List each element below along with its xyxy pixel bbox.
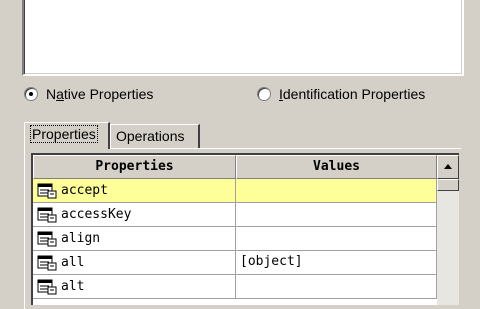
property-name-cell[interactable]: alt xyxy=(33,275,236,299)
property-value-cell[interactable]: [object] xyxy=(236,251,437,275)
property-name: accessKey xyxy=(61,206,132,222)
property-value-cell[interactable] xyxy=(236,179,437,203)
table-row[interactable]: accept xyxy=(33,179,437,203)
grid-header: Properties Values xyxy=(33,155,459,179)
property-value-cell[interactable] xyxy=(236,275,437,299)
tab-operations-label: Operations xyxy=(116,128,185,144)
properties-grid[interactable]: Properties Values accept accessKey align al… xyxy=(31,153,459,305)
table-row[interactable]: all [object] xyxy=(33,251,437,275)
property-name: alt xyxy=(61,278,85,294)
native-properties-radio[interactable] xyxy=(24,87,38,101)
identification-properties-option[interactable]: Identification Properties xyxy=(257,86,425,102)
scroll-up-arrow-icon[interactable] xyxy=(437,155,459,179)
property-list-icon xyxy=(37,279,57,295)
identification-properties-label: Identification Properties xyxy=(279,86,426,102)
property-list-icon xyxy=(37,207,57,223)
property-name-cell[interactable]: accept xyxy=(33,179,236,203)
property-name: accept xyxy=(61,182,108,198)
native-properties-label: Native Properties xyxy=(46,86,154,102)
property-name-cell[interactable]: all xyxy=(33,251,236,275)
table-row[interactable]: accessKey xyxy=(33,203,437,227)
table-row[interactable]: align xyxy=(33,227,437,251)
table-row[interactable]: alt xyxy=(33,275,437,299)
property-name: all xyxy=(61,254,85,270)
top-text-panel xyxy=(22,0,464,76)
property-list-icon xyxy=(37,183,57,199)
property-list-icon xyxy=(37,231,57,247)
properties-column-header[interactable]: Properties xyxy=(33,155,236,179)
property-name: align xyxy=(61,230,101,246)
property-value-cell[interactable] xyxy=(236,227,437,251)
vertical-scrollbar[interactable] xyxy=(437,155,459,305)
property-name-cell[interactable]: align xyxy=(33,227,236,251)
native-properties-option[interactable]: Native Properties xyxy=(24,86,153,102)
property-name-cell[interactable]: accessKey xyxy=(33,203,236,227)
identification-properties-radio[interactable] xyxy=(257,87,271,101)
tab-properties[interactable]: Properties xyxy=(24,122,110,149)
values-column-header[interactable]: Values xyxy=(236,155,437,179)
scroll-thumb[interactable] xyxy=(437,179,459,191)
grid-rows: accept accessKey align all [object] alt xyxy=(33,179,459,299)
tab-properties-label: Properties xyxy=(30,125,98,143)
tab-operations[interactable]: Operations xyxy=(110,124,200,148)
property-list-icon xyxy=(37,255,57,271)
property-value-cell[interactable] xyxy=(236,203,437,227)
